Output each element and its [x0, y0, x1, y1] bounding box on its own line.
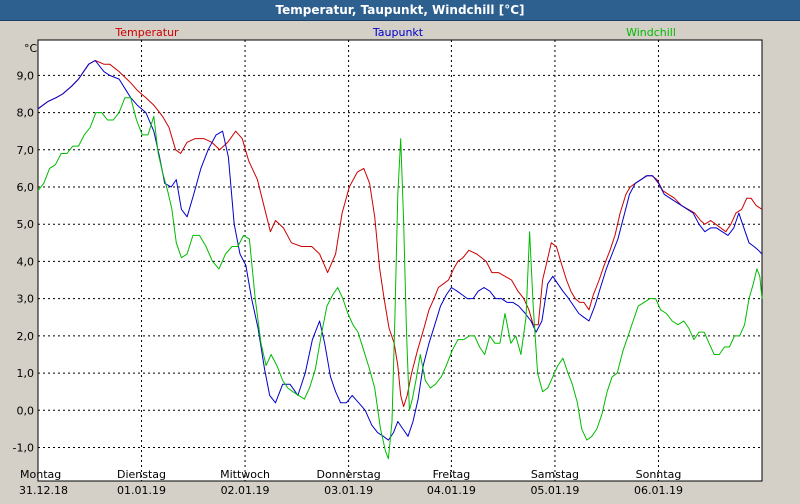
y-tick-label: 5,0	[17, 218, 35, 231]
chart-area: 9,0 8,0 7,0 6,0 5,0 4,0 3,0 2,0 1,0 0,0 -1,0 °C Mont…	[0, 21, 800, 500]
y-tick-label: 2,0	[17, 330, 35, 343]
x-tick-date-label: 05.01.19	[530, 484, 579, 497]
window-titlebar: Temperatur, Taupunkt, Windchill [°C]	[0, 0, 800, 21]
x-tick-date-label: 31.12.18	[19, 484, 68, 497]
x-tick-day-label: Samstag	[531, 468, 579, 481]
y-tick-label: 4,0	[17, 255, 35, 268]
x-tick-day-label: Freitag	[433, 468, 471, 481]
x-tick-date-label: 01.01.19	[117, 484, 166, 497]
x-tick-date-label: 04.01.19	[427, 484, 476, 497]
x-tick-day-label: Sonntag	[636, 468, 682, 481]
y-tick-label: 9,0	[17, 69, 35, 82]
y-tick-label: 8,0	[17, 107, 35, 120]
y-tick-label: 0,0	[17, 404, 35, 417]
x-tick-day-label: Dienstag	[117, 468, 166, 481]
plot-frame	[37, 39, 763, 482]
x-tick-date-label: 02.01.19	[221, 484, 270, 497]
x-tick-date-label: 06.01.19	[634, 484, 683, 497]
x-tick-day-label: Mittwoch	[220, 468, 270, 481]
legend-entry-taupunkt: Taupunkt	[372, 26, 424, 39]
y-tick-label: 3,0	[17, 293, 35, 306]
x-tick-day-label: Montag	[20, 468, 61, 481]
legend-entry-temperatur: Temperatur	[114, 26, 179, 39]
x-tick-date-label: 03.01.19	[324, 484, 373, 497]
y-tick-label: 7,0	[17, 144, 35, 157]
line-chart: 9,0 8,0 7,0 6,0 5,0 4,0 3,0 2,0 1,0 0,0 -1,0 °C Mont…	[0, 21, 800, 500]
legend-entry-windchill: Windchill	[626, 26, 676, 39]
y-tick-label: 1,0	[17, 367, 35, 380]
chart-title: Temperatur, Taupunkt, Windchill [°C]	[275, 3, 525, 17]
y-tick-label: -1,0	[13, 442, 34, 455]
y-tick-label: 6,0	[17, 181, 35, 194]
x-tick-day-label: Donnerstag	[316, 468, 380, 481]
y-axis-label: °C	[24, 42, 38, 55]
